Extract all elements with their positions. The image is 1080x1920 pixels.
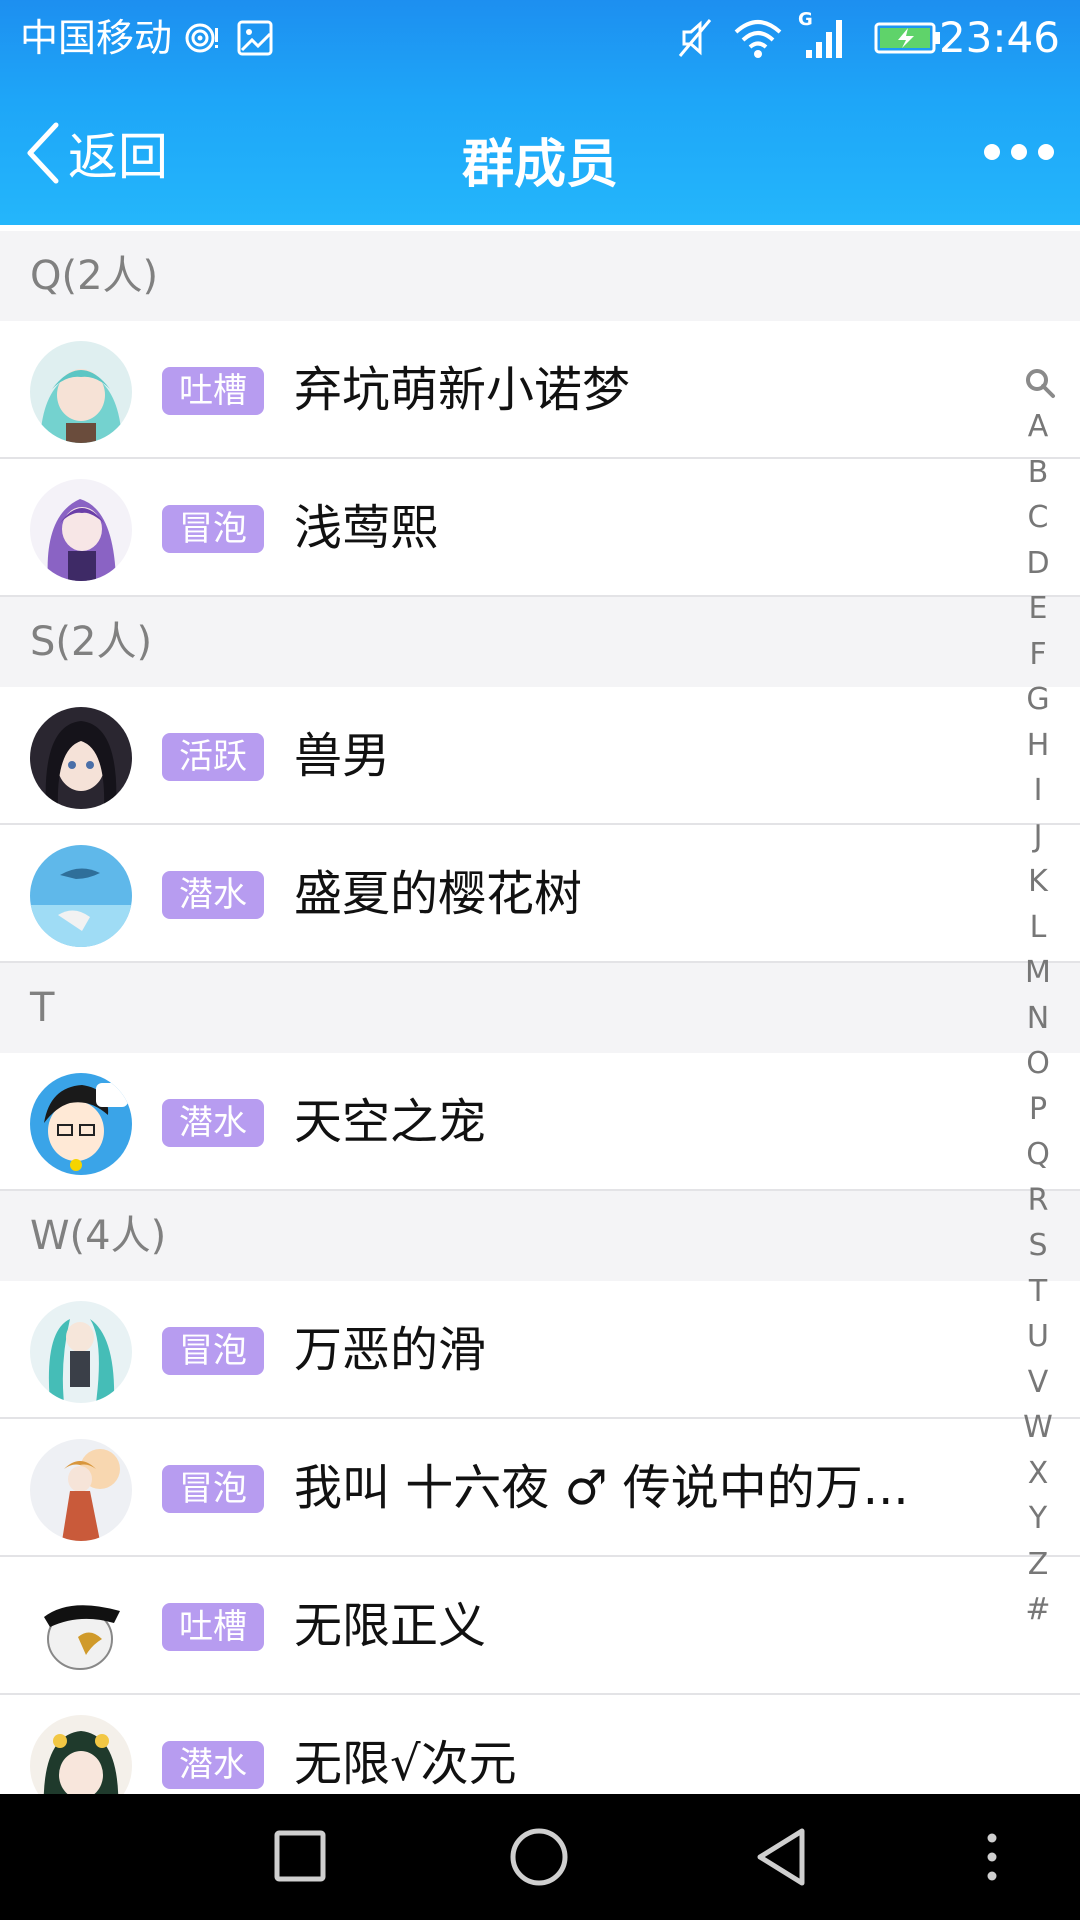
alphabet-index-bar[interactable]: A B C D E F G H I J K L M N O P Q R S T U V W X Y Z # xyxy=(996,365,1080,1655)
index-letter[interactable]: S xyxy=(996,1226,1080,1266)
index-letter[interactable]: B xyxy=(996,453,1080,493)
avatar[interactable] xyxy=(30,707,132,809)
status-bar: 中国移动 G 23:46 xyxy=(0,0,1080,78)
member-row[interactable]: 潜水 盛夏的樱花树 xyxy=(0,825,1080,963)
member-row[interactable]: 吐槽 弃坑萌新小诺梦 xyxy=(0,321,1080,459)
index-letter[interactable]: N xyxy=(996,999,1080,1039)
wifi-icon xyxy=(734,20,782,58)
member-name: 无限√次元 xyxy=(294,1736,517,1792)
avatar[interactable] xyxy=(30,1577,132,1679)
avatar[interactable] xyxy=(30,1439,132,1541)
member-row[interactable]: 吐槽 无限正义 xyxy=(0,1557,1080,1695)
member-name: 万恶的滑 xyxy=(294,1322,487,1378)
index-letter[interactable]: J xyxy=(996,817,1080,857)
member-name: 弃坑萌新小诺梦 xyxy=(294,362,631,418)
chevron-left-icon xyxy=(27,122,59,184)
index-letter[interactable]: L xyxy=(996,908,1080,948)
member-list[interactable]: Q(2人) 吐槽 弃坑萌新小诺梦 冒泡 浅莺熙 S(2人) 活跃 兽男 潜水 盛… xyxy=(0,225,1080,1794)
battery-charging-icon xyxy=(874,22,940,54)
index-letter[interactable]: F xyxy=(996,635,1080,675)
avatar[interactable] xyxy=(30,479,132,581)
image-notification-icon xyxy=(237,20,273,56)
group-header-w: W(4人) xyxy=(0,1191,1080,1281)
member-row[interactable]: 冒泡 浅莺熙 xyxy=(0,459,1080,597)
back-triangle-icon[interactable] xyxy=(752,1826,808,1888)
member-level-badge: 潜水 xyxy=(162,1741,264,1789)
hotspot-icon xyxy=(185,23,218,53)
avatar[interactable] xyxy=(30,1715,132,1794)
menu-dots-icon[interactable] xyxy=(982,1832,1002,1882)
avatar[interactable] xyxy=(30,1301,132,1403)
title-bar: 返回 群成员 xyxy=(0,78,1080,225)
index-letter[interactable]: G xyxy=(996,680,1080,720)
carrier-label: 中国移动 xyxy=(20,16,173,60)
index-letter[interactable]: I xyxy=(996,771,1080,811)
member-row[interactable]: 活跃 兽男 xyxy=(0,687,1080,825)
group-header-s: S(2人) xyxy=(0,597,1080,687)
group-header-t: T xyxy=(0,963,1080,1053)
index-letter[interactable]: A xyxy=(996,407,1080,447)
index-letter[interactable]: Y xyxy=(996,1499,1080,1539)
index-letter[interactable]: P xyxy=(996,1090,1080,1130)
member-name: 天空之宠 xyxy=(294,1094,487,1150)
index-letter[interactable]: R xyxy=(996,1181,1080,1221)
member-level-badge: 吐槽 xyxy=(162,1603,264,1651)
index-letter[interactable]: M xyxy=(996,953,1080,993)
index-letter[interactable]: W xyxy=(996,1408,1080,1448)
member-level-badge: 活跃 xyxy=(162,733,264,781)
avatar[interactable] xyxy=(30,1073,132,1175)
top-bar: 中国移动 G 23:46 返回 群成员 xyxy=(0,0,1080,225)
back-button[interactable]: 返回 xyxy=(22,114,168,192)
member-level-badge: 潜水 xyxy=(162,871,264,919)
more-button[interactable] xyxy=(984,128,1054,176)
member-name: 我叫 十六夜 ♂ 传说中的万... xyxy=(294,1460,909,1516)
group-header-q: Q(2人) xyxy=(0,231,1080,321)
index-letter[interactable]: C xyxy=(996,498,1080,538)
member-name: 盛夏的樱花树 xyxy=(294,866,583,922)
status-clock: 23:46 xyxy=(938,13,1060,62)
home-circle-icon[interactable] xyxy=(508,1826,570,1888)
signal-icon xyxy=(806,20,842,58)
back-label: 返回 xyxy=(68,128,168,186)
member-name: 兽男 xyxy=(294,728,391,784)
index-letter[interactable]: X xyxy=(996,1454,1080,1494)
member-name: 浅莺熙 xyxy=(294,500,439,556)
index-letter[interactable]: D xyxy=(996,544,1080,584)
member-level-badge: 冒泡 xyxy=(162,505,264,553)
search-icon[interactable] xyxy=(1024,367,1056,399)
member-level-badge: 吐槽 xyxy=(162,367,264,415)
member-row[interactable]: 潜水 无限√次元 xyxy=(0,1695,1080,1794)
system-navigation-bar xyxy=(0,1794,1080,1920)
index-letter[interactable]: Q xyxy=(996,1135,1080,1175)
index-letter[interactable]: E xyxy=(996,589,1080,629)
index-letter[interactable]: V xyxy=(996,1363,1080,1403)
member-name: 无限正义 xyxy=(294,1598,487,1654)
more-dots-icon xyxy=(984,144,1000,160)
avatar[interactable] xyxy=(30,341,132,443)
index-letter[interactable]: # xyxy=(996,1590,1080,1630)
signal-indicator: G xyxy=(796,10,852,62)
avatar[interactable] xyxy=(30,845,132,947)
member-row[interactable]: 冒泡 万恶的滑 xyxy=(0,1281,1080,1419)
member-row[interactable]: 冒泡 我叫 十六夜 ♂ 传说中的万... xyxy=(0,1419,1080,1557)
member-row[interactable]: 潜水 天空之宠 xyxy=(0,1053,1080,1191)
recents-square-icon[interactable] xyxy=(272,1828,328,1884)
index-letter[interactable]: U xyxy=(996,1317,1080,1357)
member-level-badge: 潜水 xyxy=(162,1099,264,1147)
member-level-badge: 冒泡 xyxy=(162,1327,264,1375)
index-letter[interactable]: T xyxy=(996,1272,1080,1312)
index-letter[interactable]: H xyxy=(996,726,1080,766)
index-letter[interactable]: O xyxy=(996,1044,1080,1084)
member-level-badge: 冒泡 xyxy=(162,1465,264,1513)
index-letter[interactable]: Z xyxy=(996,1545,1080,1585)
mute-icon xyxy=(678,19,712,57)
index-letter[interactable]: K xyxy=(996,862,1080,902)
